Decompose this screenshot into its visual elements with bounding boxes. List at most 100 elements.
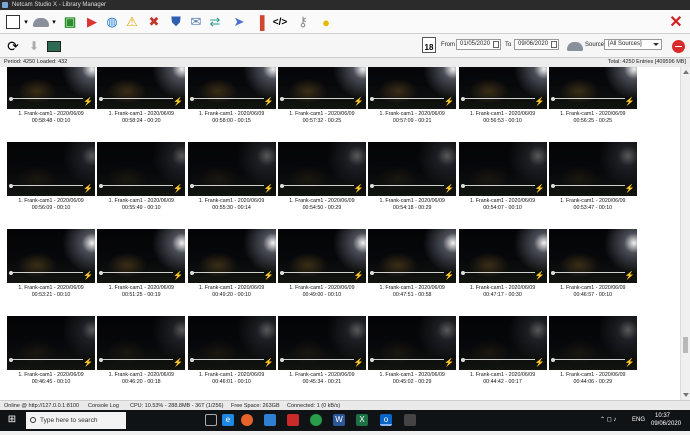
taskbar-store[interactable] (264, 414, 276, 426)
clip-thumbnail[interactable]: ⚡ (277, 229, 366, 283)
close-icon: ✕ (669, 14, 683, 31)
warning-button[interactable]: ⚠ (122, 12, 142, 32)
mail-button[interactable]: ✉ (186, 12, 206, 32)
clip-thumbnail[interactable]: ⚡ (277, 316, 366, 370)
clip-caption: 1. Frank-cam1 - 2020/06/09 00:54:50 - 00:… (278, 198, 366, 211)
clip-thumbnail[interactable]: ⚡ (277, 142, 366, 196)
clip-thumbnail[interactable]: ⚡ (97, 229, 186, 283)
clip-thumbnail[interactable]: ⚡ (458, 67, 547, 109)
timeline-bar (100, 185, 174, 186)
lightning-icon: ⚡ (353, 97, 364, 106)
clip-caption: 1. Frank-cam1 - 2020/06/09 00:49:00 - 00:… (278, 285, 366, 298)
clip-thumbnail[interactable]: ⚡ (187, 67, 276, 109)
clip-thumbnail[interactable]: ⚡ (97, 316, 186, 370)
taskbar-netcam[interactable]: o (380, 414, 392, 426)
tools-button[interactable]: ✖ (144, 12, 164, 32)
clip-thumbnail[interactable]: ⚡ (7, 229, 95, 283)
clip-title: 1. Frank-cam1 - 2020/06/09 (560, 285, 626, 291)
taskbar-app[interactable] (310, 414, 322, 426)
shuffle-button[interactable]: ⇄ (205, 12, 225, 32)
layout-button[interactable] (3, 12, 23, 32)
clip-thumbnail[interactable]: ⚡ (7, 142, 95, 196)
clip-title: 1. Frank-cam1 - 2020/06/09 (18, 111, 84, 117)
tips-button[interactable]: ● (316, 12, 336, 32)
clock-date[interactable]: 09/06/2020 (651, 414, 681, 435)
clip-caption: 1. Frank-cam1 - 2020/06/09 00:46:45 - 00:… (7, 372, 95, 385)
timeline-marker (9, 358, 13, 362)
clip-caption: 1. Frank-cam1 - 2020/06/09 00:45:34 - 00:… (278, 372, 366, 385)
clip-thumbnail[interactable]: ⚡ (548, 229, 637, 283)
code-button[interactable]: </> (270, 12, 290, 32)
taskbar-search-input[interactable]: Type here to search (26, 412, 126, 429)
clip-thumbnail[interactable]: ⚡ (187, 142, 276, 196)
scroll-up-icon[interactable] (683, 70, 689, 74)
clip-thumbnail[interactable]: ⚡ (548, 142, 637, 196)
image-icon (47, 40, 61, 52)
clip-time: 00:54:50 - 00:29 (302, 204, 342, 211)
camera-dropdown[interactable]: ▾ (50, 12, 58, 32)
vertical-scrollbar[interactable] (680, 67, 690, 400)
add-camera-button[interactable]: ▣ (60, 12, 80, 32)
clip-thumbnail[interactable]: ⚡ (458, 316, 547, 370)
clip-thumbnail[interactable]: ⚡ (97, 142, 186, 196)
language-indicator[interactable]: ENG (632, 410, 645, 431)
tray-icons[interactable]: ⌃ ◻ ♪ (600, 410, 616, 431)
remove-button[interactable] (668, 36, 688, 56)
clip-thumbnail[interactable]: ⚡ (7, 316, 95, 370)
start-button[interactable]: ⊞ (6, 414, 18, 426)
clip-time: 00:46:57 - 00:10 (573, 291, 613, 298)
download-button[interactable]: ⬇ (24, 36, 44, 56)
clip-time: 00:51:25 - 00:19 (122, 291, 161, 298)
square-icon (6, 15, 20, 29)
key-button[interactable]: ⚷ (293, 12, 313, 32)
clip-time: 00:46:20 - 00:18 (122, 378, 161, 385)
clip-thumbnail[interactable]: ⚡ (187, 229, 276, 283)
clip-caption: 1. Frank-cam1 - 2020/06/09 00:55:30 - 00:… (188, 198, 276, 211)
to-date-input[interactable]: 09/06/2020 (514, 39, 559, 50)
clip-thumbnail[interactable]: ⚡ (187, 316, 276, 370)
taskbar-word[interactable]: W (333, 414, 345, 426)
timeline-bar (100, 359, 174, 360)
clip-thumbnail[interactable]: ⚡ (368, 316, 457, 370)
clip-time: 00:56:09 - 00:10 (31, 204, 71, 211)
clip-thumbnail[interactable]: ⚡ (458, 142, 547, 196)
main-toolbar: ▾ ▾ ▣ ▶ ◍ ⚠ ✖ ⛊ ✉ ⇄ ➤ ▐ </> ⚷ ● ✕ (0, 10, 690, 34)
clip-title: 1. Frank-cam1 - 2020/06/09 (18, 198, 84, 204)
security-button[interactable]: ⛊ (166, 12, 186, 32)
clip-thumbnail[interactable]: ⚡ (368, 67, 457, 109)
clip-thumbnail[interactable]: ⚡ (368, 142, 457, 196)
clip-thumbnail[interactable]: ⚡ (368, 229, 457, 283)
timeline-marker (279, 271, 284, 275)
close-button[interactable]: ✕ (666, 12, 686, 32)
scrollbar-thumb[interactable] (683, 337, 688, 353)
taskbar-edge[interactable]: e (222, 414, 234, 426)
windows-logo-icon: ⊞ (7, 414, 17, 425)
taskbar-excel[interactable]: X (356, 414, 368, 426)
from-date-input[interactable]: 01/05/2020 (456, 39, 501, 50)
globe-icon: ◍ (106, 14, 118, 29)
camera-button[interactable] (31, 12, 51, 32)
statistics-button[interactable]: ▐ (250, 12, 270, 32)
send-button[interactable]: ➤ (229, 12, 249, 32)
clip-thumbnail[interactable]: ⚡ (277, 67, 366, 109)
playback-button[interactable]: ▶ (82, 12, 102, 32)
source-select[interactable]: [All Sources] (604, 39, 662, 50)
clip-thumbnail[interactable]: ⚡ (97, 67, 186, 109)
lightning-icon: ⚡ (173, 271, 184, 280)
clip-thumbnail[interactable]: ⚡ (7, 67, 95, 109)
clip-thumbnail[interactable]: ⚡ (548, 67, 637, 109)
refresh-button[interactable]: ⟳ (3, 36, 23, 56)
layout-dropdown[interactable]: ▾ (22, 12, 30, 32)
thumbnail-scene (187, 316, 276, 370)
clip-title: 1. Frank-cam1 - 2020/06/09 (198, 111, 265, 117)
task-view-button[interactable] (205, 414, 217, 426)
image-button[interactable] (44, 36, 64, 56)
scroll-down-icon[interactable] (683, 393, 689, 397)
clip-thumbnail[interactable]: ⚡ (548, 316, 637, 370)
clip-time: 00:53:21 - 00:10 (31, 291, 71, 298)
taskbar-firefox[interactable] (241, 414, 253, 426)
globe-button[interactable]: ◍ (102, 12, 122, 32)
clip-thumbnail[interactable]: ⚡ (458, 229, 547, 283)
taskbar-app-2[interactable] (404, 414, 416, 426)
taskbar-acrobat[interactable] (287, 414, 299, 426)
